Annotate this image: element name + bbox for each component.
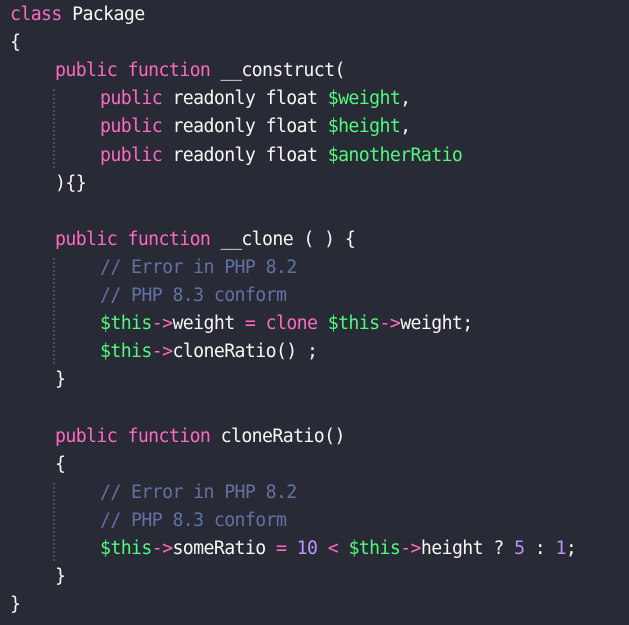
variable-token: $weight	[327, 88, 401, 110]
indent-guide	[53, 89, 55, 168]
variable-token: $anotherRatio	[327, 144, 463, 166]
code-line[interactable]: {	[55, 451, 66, 479]
code-line[interactable]: ){}	[55, 170, 87, 198]
number-token: 1	[555, 537, 566, 559]
operator-token: ->	[151, 313, 173, 335]
keyword-token: class	[10, 4, 62, 25]
operator-token: <	[327, 537, 339, 559]
comment-token: // PHP 8.3 conform	[100, 285, 287, 306]
code-line[interactable]: {	[10, 29, 21, 57]
code-line[interactable]: public readonly float $weight,	[100, 85, 411, 113]
text-token: __clone ( ) {	[210, 228, 356, 250]
text-token: ,	[400, 116, 411, 138]
variable-token: $this	[348, 537, 401, 559]
indent-guide	[53, 257, 55, 365]
variable-token: $height	[327, 116, 401, 138]
comment-token: // Error in PHP 8.2	[100, 256, 297, 278]
number-token: 5	[514, 537, 525, 559]
text-token: }	[55, 369, 66, 391]
code-line[interactable]: // Error in PHP 8.2	[100, 254, 297, 282]
code-line[interactable]: // PHP 8.3 conform	[100, 282, 287, 310]
text-token: cloneRatio()	[210, 425, 346, 447]
text-token: readonly float	[162, 116, 328, 138]
comment-token: // Error in PHP 8.2	[100, 481, 297, 503]
text-token: __construct(	[210, 60, 346, 82]
text-token: }	[10, 594, 21, 616]
keyword-token: public	[55, 60, 118, 82]
keyword-token: clone	[265, 313, 318, 335]
text-token: ){}	[55, 172, 87, 194]
text-token: :	[524, 537, 556, 559]
code-line[interactable]: $this->someRatio = 10 < $this->height ? …	[100, 535, 577, 563]
text-token: ,	[400, 88, 411, 110]
operator-token: ->	[400, 537, 421, 559]
operator-token: ->	[151, 341, 173, 363]
text-token: {	[10, 32, 21, 54]
code-line[interactable]: // Error in PHP 8.2	[100, 479, 297, 507]
code-line[interactable]: $this->weight = clone $this->weight;	[100, 310, 473, 338]
indent-guide	[53, 482, 55, 561]
variable-token: $this	[327, 313, 380, 335]
operator-token: =	[275, 537, 287, 559]
text-token: cloneRatio() ;	[172, 341, 318, 363]
code-line[interactable]: public readonly float $height,	[100, 113, 411, 141]
keyword-token: public	[100, 88, 163, 110]
keyword-token: function	[127, 60, 211, 82]
keyword-token: function	[127, 228, 211, 250]
operator-token: ->	[379, 313, 401, 335]
code-line[interactable]: }	[55, 563, 66, 591]
comment-token: // PHP 8.3 conform	[100, 509, 287, 531]
variable-token: $this	[100, 341, 152, 363]
text-token: Package	[61, 4, 145, 25]
text-token: readonly float	[162, 88, 328, 110]
keyword-token: public	[55, 425, 118, 447]
text-token: {	[55, 453, 66, 475]
text-token: ;	[565, 537, 577, 559]
text-token: weight	[172, 313, 245, 335]
code-line[interactable]: public function __clone ( ) {	[55, 226, 356, 254]
text-token: weight;	[400, 313, 473, 335]
keyword-token: public	[100, 144, 163, 166]
number-token: 10	[296, 537, 318, 559]
keyword-token: function	[127, 425, 211, 447]
keyword-token: public	[100, 116, 163, 138]
operator-token: =	[244, 313, 256, 335]
code-line[interactable]: public function __construct(	[55, 57, 345, 85]
text-token: readonly float	[162, 144, 328, 166]
text-token: }	[55, 566, 66, 587]
code-line[interactable]: }	[55, 366, 66, 394]
variable-token: $this	[100, 313, 152, 335]
code-line[interactable]: public readonly float $anotherRatio	[100, 142, 463, 170]
code-line[interactable]: $this->cloneRatio() ;	[100, 338, 318, 366]
code-line[interactable]: // PHP 8.3 conform	[100, 507, 287, 535]
keyword-token: public	[55, 228, 118, 250]
code-line[interactable]: class Package	[10, 1, 145, 29]
text-token: height ?	[420, 537, 515, 559]
code-line[interactable]: }	[10, 591, 21, 619]
code-line[interactable]: public function cloneRatio()	[55, 423, 345, 451]
variable-token: $this	[100, 537, 152, 559]
text-token: someRatio	[172, 537, 276, 559]
code-editor[interactable]: class Package { public function __construc…	[0, 0, 629, 625]
operator-token: ->	[151, 537, 173, 559]
